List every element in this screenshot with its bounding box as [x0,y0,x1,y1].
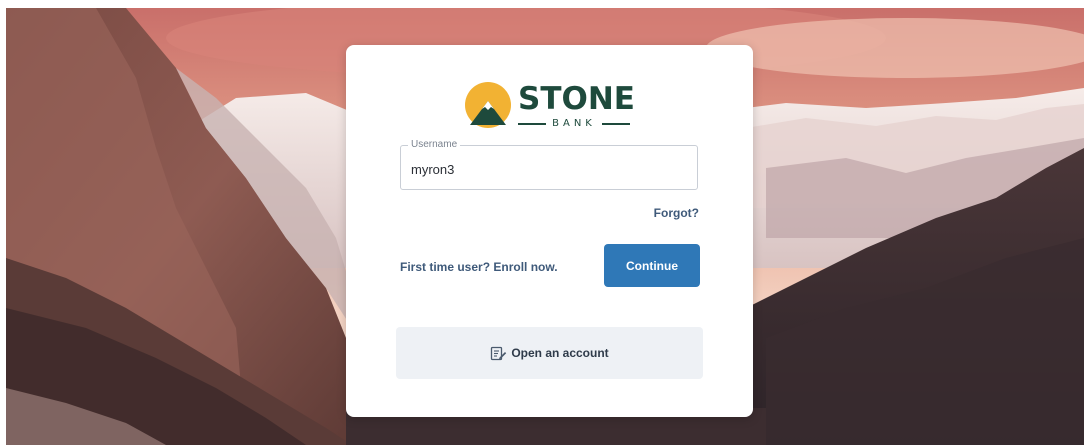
rule-left [518,122,547,125]
login-card: STONE BANK Username Forgot? First time u… [346,45,753,417]
brand-sub-text: BANK [552,118,596,129]
forgot-link[interactable]: Forgot? [654,206,699,220]
brand-subtitle: BANK [518,118,630,129]
enroll-link[interactable]: First time user? Enroll now. [400,260,558,274]
edit-document-icon [490,345,507,362]
brand-name: STONE [518,81,635,117]
mountain-sun-icon [465,82,511,128]
login-page: STONE BANK Username Forgot? First time u… [0,0,1085,445]
open-account-button[interactable]: Open an account [396,327,703,379]
continue-button[interactable]: Continue [604,244,700,287]
rule-right [601,122,630,125]
username-input[interactable] [411,159,681,179]
open-account-label: Open an account [511,346,609,360]
username-field[interactable]: Username [400,139,698,190]
brand-logo: STONE BANK [464,81,635,131]
username-label: Username [408,139,461,151]
